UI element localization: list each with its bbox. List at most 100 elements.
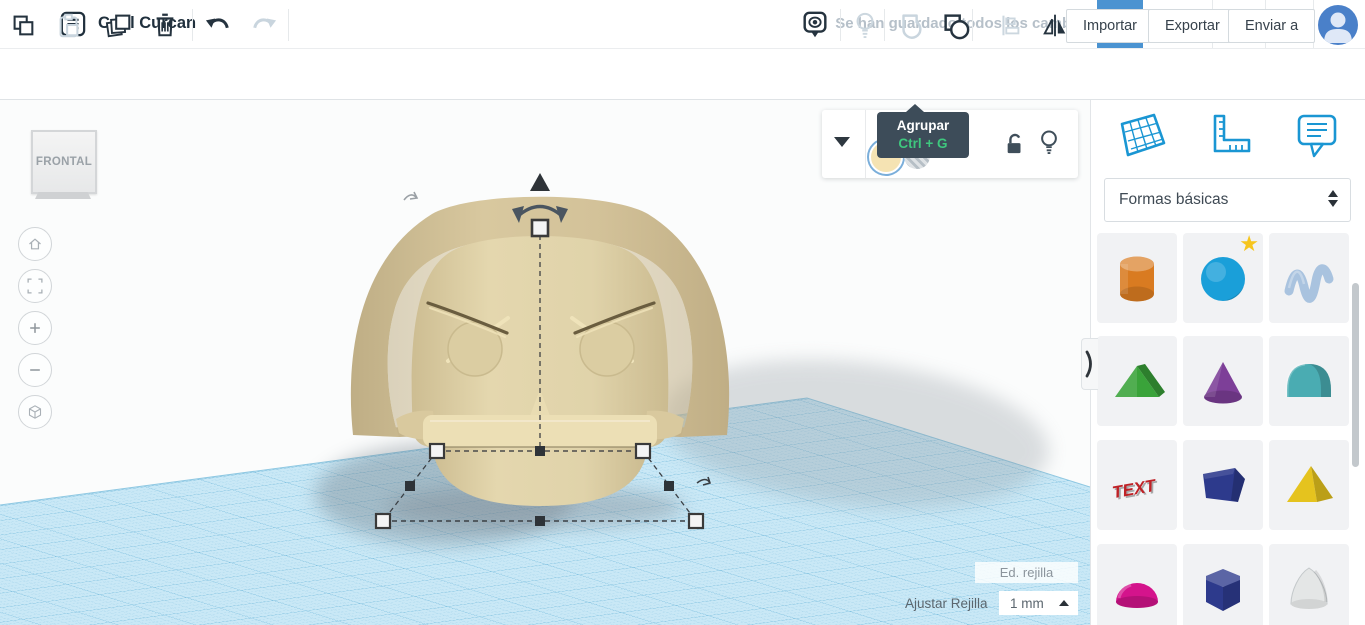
- shape-tile-esfera[interactable]: ★: [1183, 231, 1263, 323]
- shape-tile-texto[interactable]: TEXT TEXT: [1097, 440, 1177, 530]
- export-button[interactable]: Exportar: [1148, 9, 1237, 43]
- undo-icon: [205, 18, 229, 29]
- shape-tile-garabato[interactable]: [1269, 233, 1349, 323]
- edit-grid-button[interactable]: Ed. rejilla: [975, 562, 1078, 583]
- cylinder-shape-icon: [1107, 247, 1167, 309]
- show-all-button[interactable]: [800, 10, 830, 40]
- toolbar-separator: [192, 9, 193, 41]
- redo-button[interactable]: [249, 10, 279, 40]
- shape-tile-cuna[interactable]: [1183, 440, 1263, 530]
- import-button[interactable]: Importar: [1066, 9, 1154, 43]
- duplicate-button[interactable]: [104, 10, 134, 40]
- avatar-icon: [1318, 5, 1358, 45]
- visibility-button[interactable]: [1038, 129, 1060, 157]
- delete-button[interactable]: [150, 10, 180, 40]
- zoom-out-button[interactable]: [18, 353, 52, 387]
- lock-button[interactable]: [1004, 132, 1026, 156]
- fit-view-button[interactable]: [18, 269, 52, 303]
- pyramid-shape-icon: [1279, 454, 1339, 516]
- toolbar-separator: [288, 9, 289, 41]
- duplicate-icon: [105, 14, 131, 38]
- wedge-shape-icon: [1193, 454, 1253, 516]
- paraboloid-shape-icon: [1279, 558, 1339, 620]
- toolbar-separator: [972, 9, 973, 41]
- paste-button[interactable]: [54, 10, 84, 40]
- zoom-in-button[interactable]: [18, 311, 52, 345]
- paste-icon: [59, 13, 79, 38]
- shape-tile-cono[interactable]: [1183, 336, 1263, 426]
- eye-bubble-icon: [803, 11, 827, 38]
- view-cube-label: FRONTAL: [35, 156, 93, 168]
- redo-icon: [253, 18, 277, 29]
- shape-tile-techo-redondo[interactable]: [1269, 336, 1349, 426]
- round-roof-shape-icon: [1279, 350, 1339, 412]
- toolbar-separator: [840, 9, 841, 41]
- shape-tile-techo[interactable]: [1097, 336, 1177, 426]
- group-button[interactable]: [896, 10, 926, 40]
- edit-toolbar: [0, 48, 1365, 100]
- polygon-prism-shape-icon: [1193, 558, 1253, 620]
- workplane-tool[interactable]: [1114, 110, 1166, 160]
- snap-grid-value: 1 mm: [1010, 595, 1044, 611]
- snap-grid-label: Ajustar Rejilla: [905, 596, 988, 611]
- view-cube[interactable]: FRONTAL: [31, 130, 97, 194]
- text-shape-icon: TEXT TEXT: [1105, 454, 1169, 516]
- toolbar-separator: [884, 9, 885, 41]
- scale-handle-top[interactable]: [530, 218, 550, 238]
- notes-tool[interactable]: [1293, 110, 1341, 160]
- tooltip-arrow: [906, 104, 924, 112]
- trash-icon: [156, 13, 174, 37]
- scribble-shape-icon: [1279, 247, 1339, 309]
- copy-icon: [13, 15, 34, 36]
- tooltip-shortcut: Ctrl + G: [898, 136, 948, 151]
- group-icon: [902, 14, 922, 39]
- bulb-icon: [1041, 130, 1057, 154]
- copy-button[interactable]: [8, 10, 38, 40]
- caret-up-icon: [1059, 600, 1069, 606]
- select-arrows-icon: [1328, 190, 1338, 207]
- model-eye-right: [579, 321, 635, 377]
- shape-category-select[interactable]: Formas básicas: [1104, 178, 1351, 222]
- group-tooltip: Agrupar Ctrl + G: [877, 104, 969, 158]
- move-handle[interactable]: [530, 173, 550, 191]
- hide-selected-button[interactable]: [850, 10, 880, 40]
- undo-button[interactable]: [203, 10, 233, 40]
- tinkercad-window: FRONTAL T I N K E R C A D Cool Curcan Se…: [0, 0, 1365, 625]
- shape-category-value: Formas básicas: [1119, 191, 1229, 208]
- plus-icon: [30, 323, 40, 333]
- fit-view-icon: [27, 278, 43, 294]
- shape-tile-paraboloide[interactable]: [1269, 544, 1349, 625]
- roof-shape-icon: [1107, 350, 1167, 412]
- account-avatar[interactable]: [1318, 5, 1358, 45]
- ortho-cube-icon: [28, 405, 42, 419]
- notes-icon: [1297, 114, 1337, 158]
- shape-tile-poligono[interactable]: [1183, 544, 1263, 625]
- ruler-icon: [1213, 114, 1251, 153]
- align-button[interactable]: [995, 10, 1025, 40]
- svg-text:TEXT: TEXT: [1111, 476, 1159, 503]
- shape-tile-piramide[interactable]: [1269, 440, 1349, 530]
- tooltip-label: Agrupar: [896, 118, 950, 133]
- featured-star-icon: ★: [1239, 231, 1259, 256]
- ungroup-button[interactable]: [940, 10, 970, 40]
- ungroup-icon: [944, 14, 970, 40]
- sidebar-collapse-button[interactable]: [1081, 338, 1098, 390]
- inspector-collapse-caret[interactable]: [834, 137, 850, 147]
- workplane-icon: [1120, 113, 1166, 157]
- inspector-divider: [865, 110, 866, 178]
- bulb-icon: [856, 12, 874, 38]
- hemisphere-shape-icon: [1107, 558, 1167, 620]
- lock-open-icon: [1007, 133, 1021, 154]
- minus-icon: [30, 369, 40, 371]
- shape-tile-cilindro[interactable]: [1097, 233, 1177, 323]
- shape-tile-semiesfera[interactable]: [1097, 544, 1177, 625]
- snap-grid-select[interactable]: 1 mm: [999, 591, 1078, 615]
- align-icon: [1002, 15, 1020, 36]
- perspective-toggle-button[interactable]: [18, 395, 52, 429]
- sidebar-scrollbar[interactable]: [1352, 283, 1359, 467]
- cone-shape-icon: [1193, 350, 1253, 412]
- home-view-button[interactable]: [18, 227, 52, 261]
- chevron-right-icon: [1085, 350, 1092, 378]
- send-to-button[interactable]: Enviar a: [1228, 9, 1316, 43]
- ruler-tool[interactable]: [1203, 112, 1253, 160]
